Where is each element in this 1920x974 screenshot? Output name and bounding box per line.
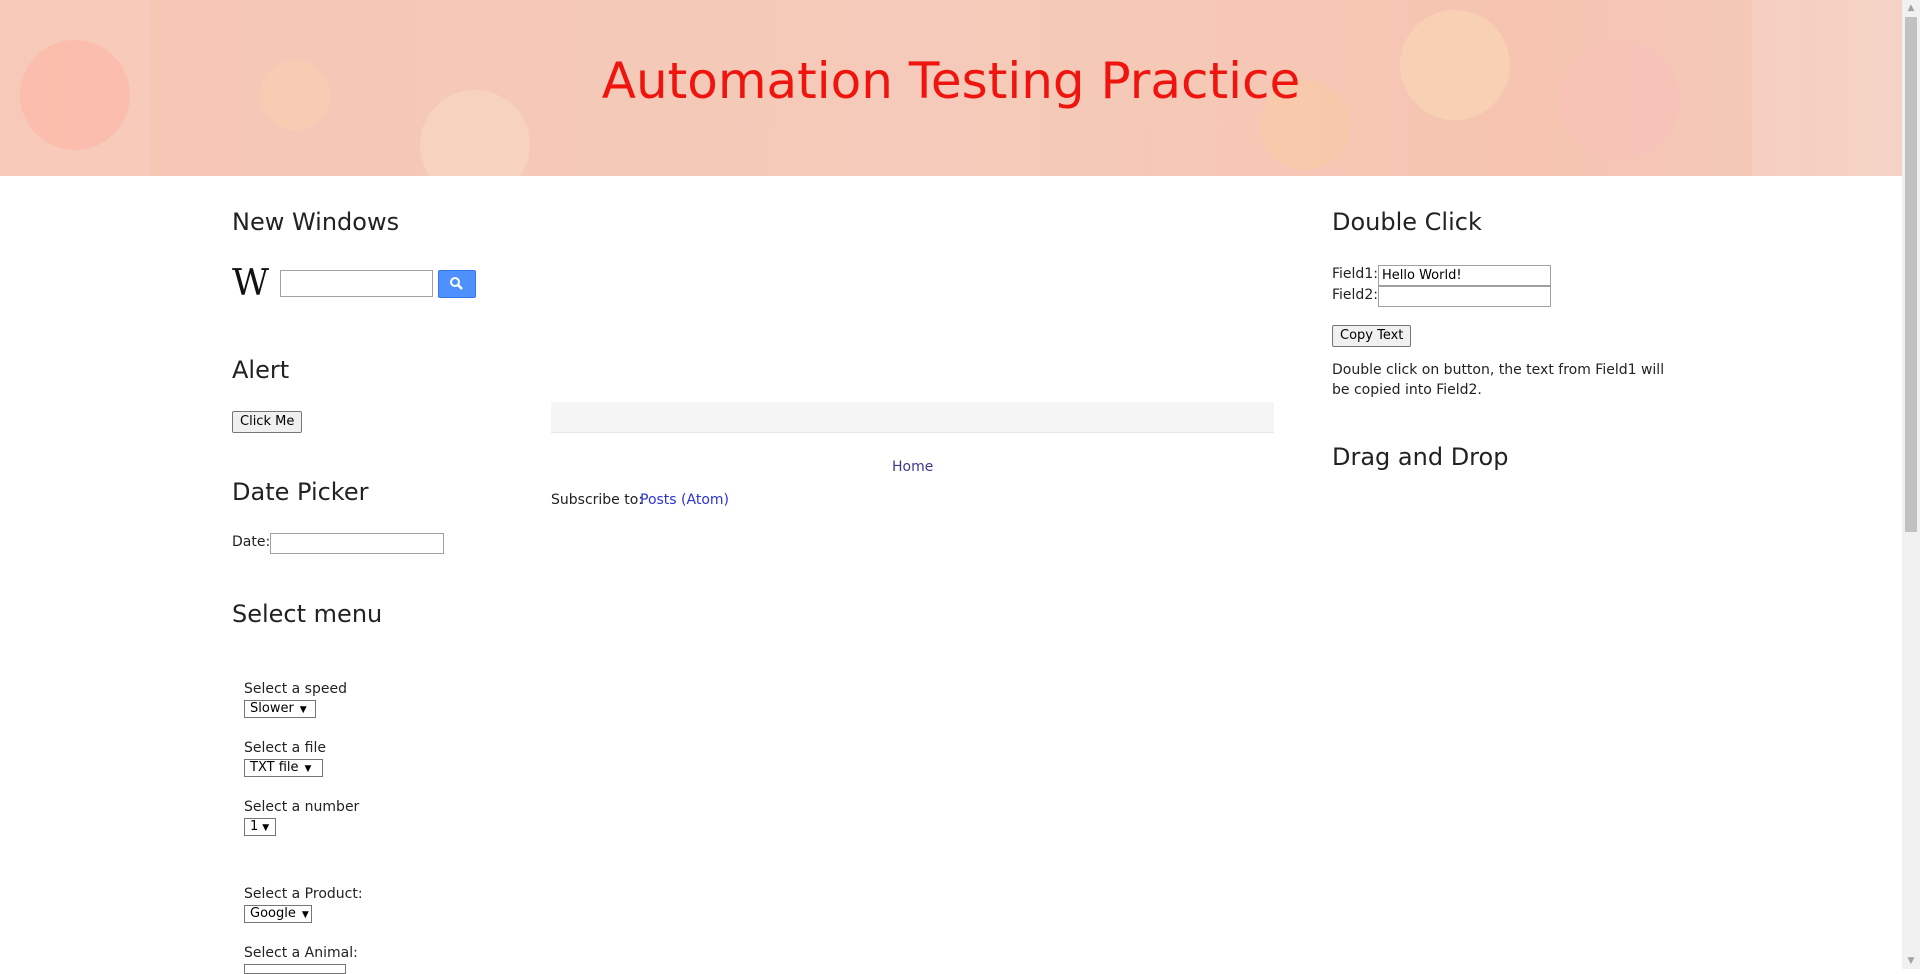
speed-select-value: Slower [250,701,294,716]
posts-atom-link[interactable]: Posts (Atom) [640,492,729,508]
scrollbar-thumb[interactable] [1905,17,1917,532]
file-select-value: TXT file [250,760,299,775]
page-scrollbar[interactable]: ▲ ▼ [1902,0,1920,969]
animal-label: Select a Animal: [244,945,358,961]
home-link[interactable]: Home [892,459,933,475]
wikipedia-logo-icon: W [232,263,270,304]
new-windows-heading: New Windows [232,208,400,236]
chevron-down-icon: ▼ [304,764,312,774]
field1-label: Field1: [1332,266,1378,282]
chevron-down-icon: ▼ [299,705,307,715]
field1-input[interactable] [1378,265,1551,286]
wikipedia-search-input[interactable] [280,270,433,297]
speed-label: Select a speed [244,681,347,697]
date-picker-heading: Date Picker [232,478,369,506]
double-click-description: Double click on button, the text from Fi… [1332,362,1665,398]
search-icon [450,277,463,290]
drag-drop-heading: Drag and Drop [1332,443,1509,471]
select-menu-heading: Select menu [232,600,383,628]
copy-text-button[interactable]: Copy Text [1332,325,1412,347]
product-label: Select a Product: [244,886,363,902]
subscribe-label: Subscribe to: [551,492,644,508]
number-select[interactable]: 1 ▼ [244,818,276,836]
click-me-button[interactable]: Click Me [232,411,303,433]
animal-select[interactable] [244,964,346,974]
field2-label: Field2: [1332,287,1378,303]
chevron-down-icon: ▼ [262,823,270,833]
header-banner: Automation Testing Practice [0,0,1902,176]
alert-heading: Alert [232,356,290,384]
scroll-up-icon[interactable]: ▲ [1902,0,1920,16]
date-label: Date: [232,534,271,550]
file-select[interactable]: TXT file ▼ [244,759,323,777]
search-button[interactable] [438,270,476,298]
scroll-down-icon[interactable]: ▼ [1902,953,1920,969]
date-input[interactable] [270,533,444,554]
chevron-down-icon: ▼ [301,910,309,920]
field2-input[interactable] [1378,286,1551,307]
product-select[interactable]: Google ▼ [244,905,312,923]
number-select-value: 1 [250,819,259,834]
double-click-heading: Double Click [1332,208,1482,236]
site-title: Automation Testing Practice [601,52,1301,110]
number-label: Select a number [244,799,360,815]
file-label: Select a file [244,740,326,756]
blog-pager-bar [551,402,1274,433]
speed-select[interactable]: Slower ▼ [244,700,316,718]
product-select-value: Google [250,906,296,921]
